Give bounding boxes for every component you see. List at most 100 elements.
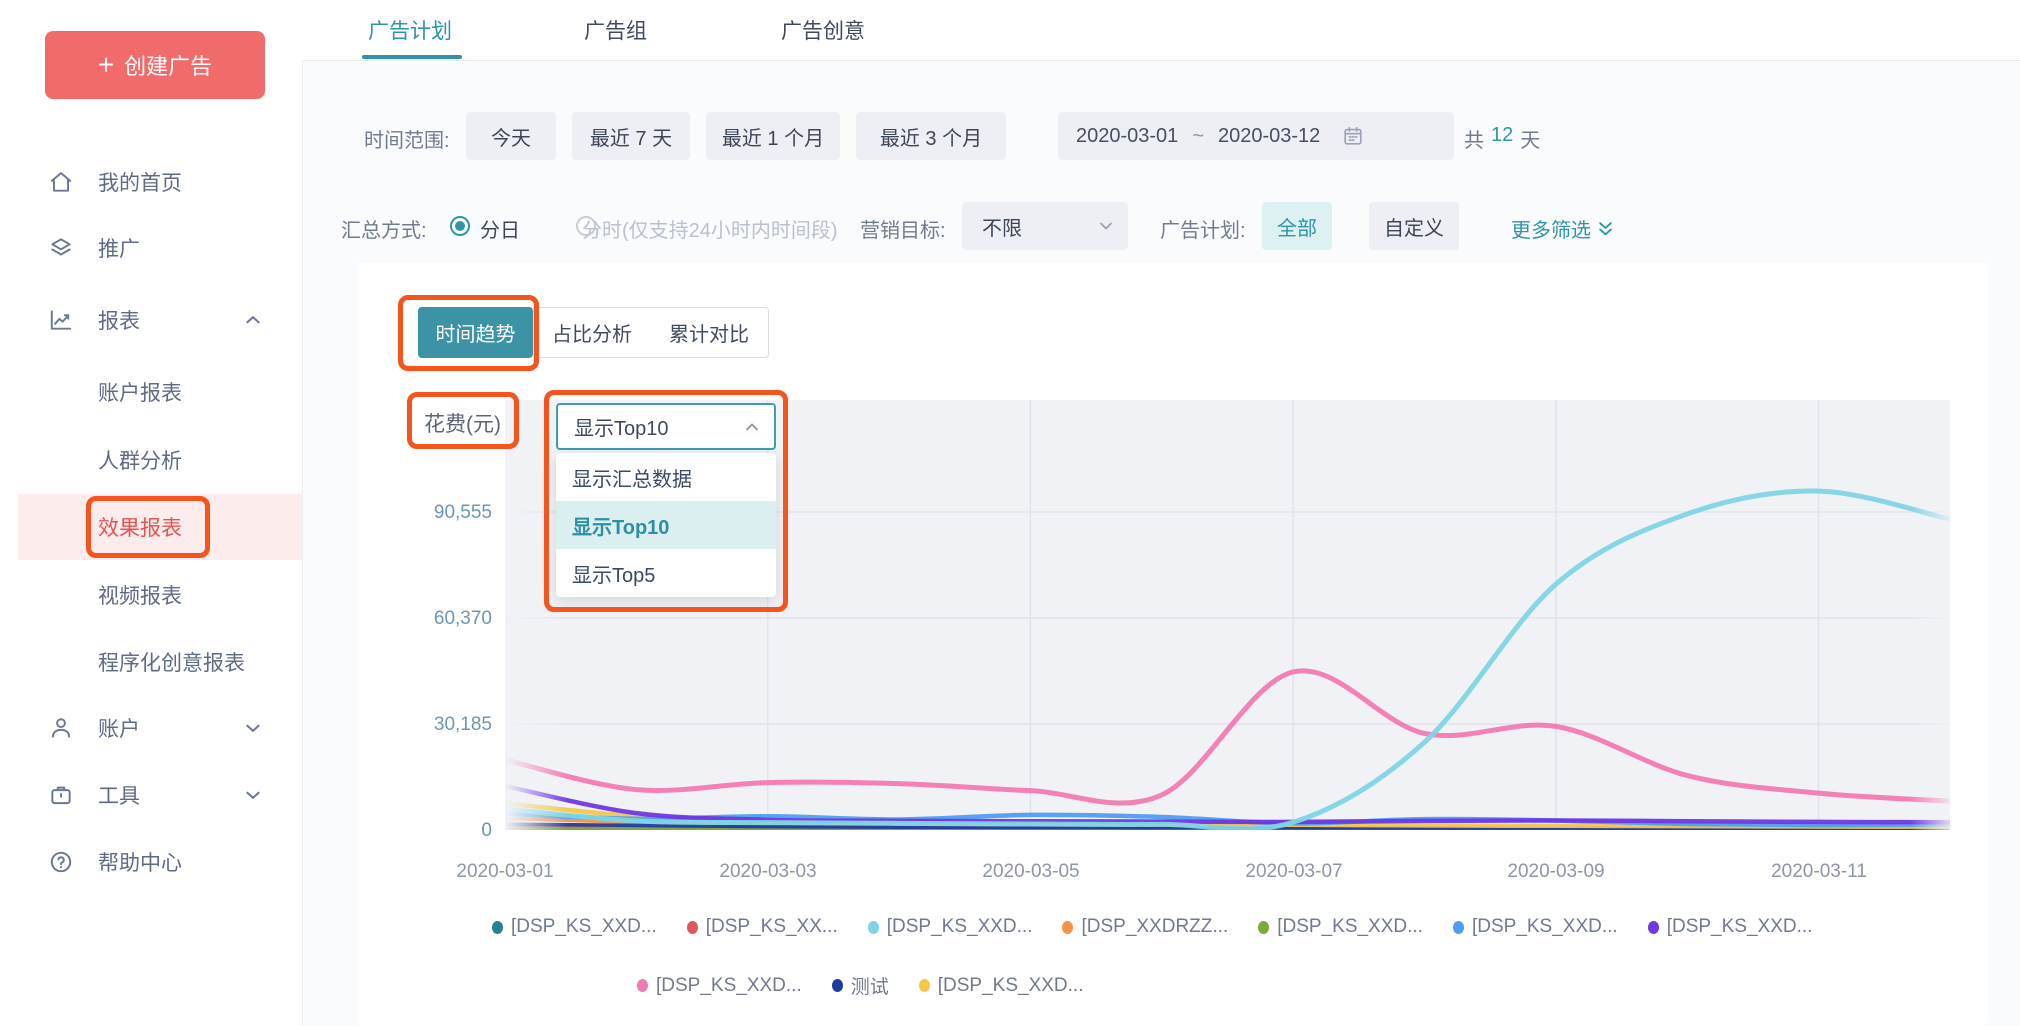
range-today-button[interactable]: 今天 [466,112,556,160]
view-tab-cumulative[interactable]: 累计对比 [650,307,769,358]
tab-ad-plan[interactable]: 广告计划 [368,0,452,59]
sidebar-item-reports[interactable]: 报表 [0,287,302,353]
marketing-goal-select[interactable]: 不限 [962,202,1128,250]
legend-label: [DSP_KS_XXD... [511,916,657,938]
view-tab-time-trend[interactable]: 时间趋势 [418,307,533,358]
sidebar-item-tools[interactable]: 工具 [0,762,302,828]
create-ad-button[interactable]: + 创建广告 [45,31,265,99]
radio-daily-label[interactable]: 分日 [480,214,520,243]
x-axis-tick: 2020-03-07 [1224,861,1364,883]
tab-label: 广告创意 [781,15,865,45]
x-axis-tick: 2020-03-05 [961,861,1101,883]
total-days-value: 12 [1491,124,1513,153]
layers-icon [48,235,74,261]
range-7days-button[interactable]: 最近 7 天 [572,112,690,160]
sidebar-item-audience-analysis[interactable]: 人群分析 [0,427,302,493]
legend-label: [DSP_KS_XXD... [887,916,1033,938]
tab-ad-creative[interactable]: 广告创意 [781,0,865,59]
user-icon [48,715,74,741]
topn-select[interactable]: 显示Top10 [556,403,776,450]
more-filters-label: 更多筛选 [1511,214,1591,243]
legend-item[interactable]: [DSP_KS_XXD... [1453,916,1618,938]
plan-custom-button[interactable]: 自定义 [1369,202,1459,250]
sidebar-item-account[interactable]: 账户 [0,695,302,761]
date-tilde: ~ [1192,125,1204,148]
total-days-prefix: 共 [1464,124,1484,153]
entity-tabbar: 广告计划 广告组 广告创意 [302,0,2020,61]
x-axis-tick: 2020-03-09 [1486,861,1626,883]
legend-dot [1648,921,1659,934]
marketing-goal-value: 不限 [982,212,1022,241]
legend-label: [DSP_KS_XX... [706,916,838,938]
legend-item[interactable]: [DSP_KS_XXD... [868,916,1033,938]
tab-ad-group[interactable]: 广告组 [584,0,647,59]
sidebar-item-label: 人群分析 [98,445,182,475]
briefcase-icon [48,782,74,808]
sidebar-item-help-center[interactable]: 帮助中心 [0,829,302,895]
legend-item[interactable]: [DSP_KS_XX... [687,916,838,938]
legend-dot [1062,921,1073,934]
y-axis-tick: 30,185 [392,714,492,736]
legend-item[interactable]: [DSP_KS_XXD... [637,975,802,997]
sidebar-item-video-report[interactable]: 视频报表 [0,562,302,628]
view-tab-proportion[interactable]: 占比分析 [533,307,651,358]
view-tab-label: 占比分析 [552,318,632,347]
legend-label: [DSP_KS_XXD... [1472,916,1618,938]
legend-label: [DSP_KS_XXD... [1277,916,1423,938]
sidebar-item-home[interactable]: 我的首页 [0,149,302,215]
dropdown-option-top5[interactable]: 显示Top5 [556,549,776,597]
marketing-goal-label: 营销目标: [860,214,946,243]
dropdown-option-summary[interactable]: 显示汇总数据 [556,453,776,501]
plan-all-button[interactable]: 全部 [1262,202,1332,250]
legend-label: [DSP_KS_XXD... [938,975,1084,997]
sidebar-item-promotion[interactable]: 推广 [0,215,302,281]
sidebar-item-effect-report[interactable]: 效果报表 [18,494,302,560]
legend-item[interactable]: 测试 [832,972,889,999]
sidebar-item-label: 视频报表 [98,580,182,610]
summary-mode-label: 汇总方式: [341,214,427,243]
legend-label: [DSP_KS_XXD... [1667,916,1813,938]
y-axis-tick: 90,555 [392,502,492,524]
sidebar-item-label: 工具 [98,780,140,810]
sidebar-item-label: 效果报表 [98,512,182,542]
legend-item[interactable]: [DSP_KS_XXD... [1258,916,1423,938]
sidebar-item-label: 报表 [98,305,140,335]
dropdown-option-top10[interactable]: 显示Top10 [556,501,776,549]
legend-item[interactable]: [DSP_XXDRZZ... [1062,916,1228,938]
topn-dropdown-menu: 显示汇总数据 显示Top10 显示Top5 [556,453,776,597]
topn-select-value: 显示Top10 [558,412,669,441]
legend-dot [868,921,879,934]
sidebar-item-account-report[interactable]: 账户报表 [0,359,302,425]
legend-label: [DSP_XXDRZZ... [1081,916,1228,938]
calendar-icon [1342,125,1364,147]
x-axis-tick: 2020-03-01 [435,861,575,883]
chevron-down-icon [244,786,262,804]
home-icon [48,169,74,195]
legend-dot [492,921,503,934]
sidebar-item-programmatic-creative-report[interactable]: 程序化创意报表 [0,629,302,695]
line-chart-icon [48,307,74,333]
ad-plan-filter-label: 广告计划: [1160,214,1246,243]
legend-label: 测试 [851,972,889,999]
sidebar: + 创建广告 我的首页 推广 报表 账户报表 人群分析 效果报表 视频报表 程序… [0,0,303,1026]
legend-dot [1453,921,1464,934]
legend-item[interactable]: [DSP_KS_XXD... [919,975,1084,997]
legend-item[interactable]: [DSP_KS_XXD... [492,916,657,938]
radio-daily[interactable] [450,216,470,236]
total-days: 共 12 天 [1464,124,1540,153]
create-ad-label: 创建广告 [124,49,212,81]
range-1month-button[interactable]: 最近 1 个月 [706,112,840,160]
legend-dot [1258,921,1269,934]
x-axis-tick: 2020-03-03 [698,861,838,883]
date-range-picker[interactable]: 2020-03-01 ~ 2020-03-12 [1058,112,1454,160]
radio-hourly-label[interactable]: 分时(仅支持24小时内时间段) [582,214,838,243]
range-3months-button[interactable]: 最近 3 个月 [856,112,1006,160]
legend-item[interactable]: [DSP_KS_XXD... [1648,916,1813,938]
x-axis-tick: 2020-03-11 [1749,861,1889,883]
legend-dot [687,921,698,934]
more-filters-link[interactable]: 更多筛选 [1511,214,1614,243]
legend-dot [919,979,930,992]
date-start-value: 2020-03-01 [1076,125,1178,148]
sidebar-item-label: 账户 [98,713,140,743]
metric-label[interactable]: 花费(元) [424,408,501,438]
